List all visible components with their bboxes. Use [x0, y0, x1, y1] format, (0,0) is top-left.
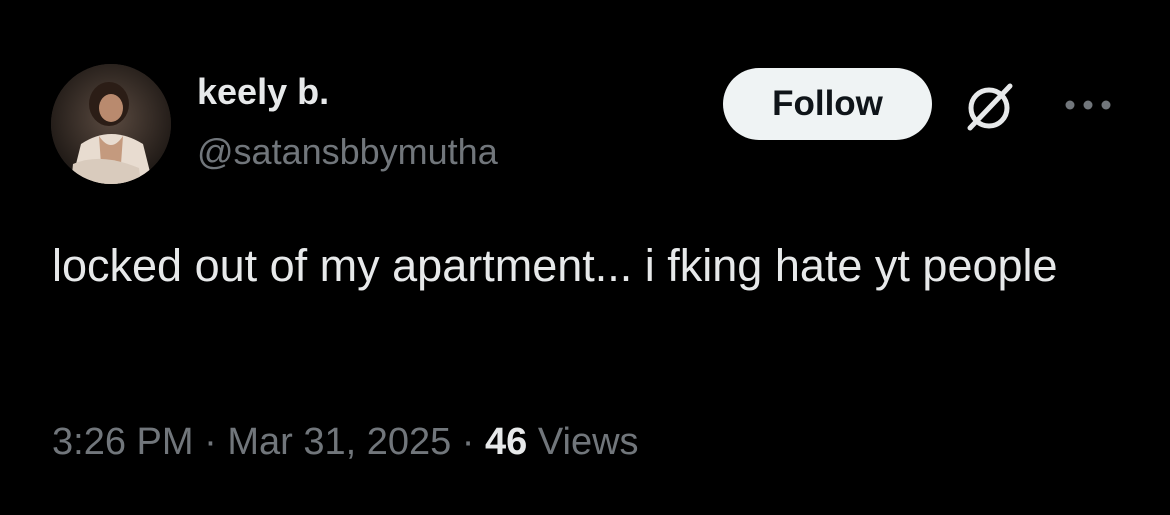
- follow-button[interactable]: Follow: [723, 68, 932, 140]
- more-icon[interactable]: [1060, 90, 1116, 120]
- views-count: 46: [485, 421, 528, 463]
- avatar-image: [51, 64, 171, 184]
- display-name[interactable]: keely b.: [197, 70, 329, 113]
- views-label: Views: [537, 421, 639, 463]
- tweet-date[interactable]: Mar 31, 2025: [227, 421, 451, 463]
- tweet-time[interactable]: 3:26 PM: [52, 421, 194, 463]
- user-handle[interactable]: @satansbbymutha: [197, 130, 498, 173]
- tweet-metadata: 3:26 PM · Mar 31, 2025 · 46 Views: [52, 420, 639, 466]
- separator: ·: [461, 421, 475, 463]
- separator: ·: [204, 421, 217, 463]
- avatar[interactable]: [51, 64, 171, 184]
- grok-icon[interactable]: [960, 76, 1020, 136]
- tweet-text: locked out of my apartment... i fking ha…: [52, 240, 1058, 291]
